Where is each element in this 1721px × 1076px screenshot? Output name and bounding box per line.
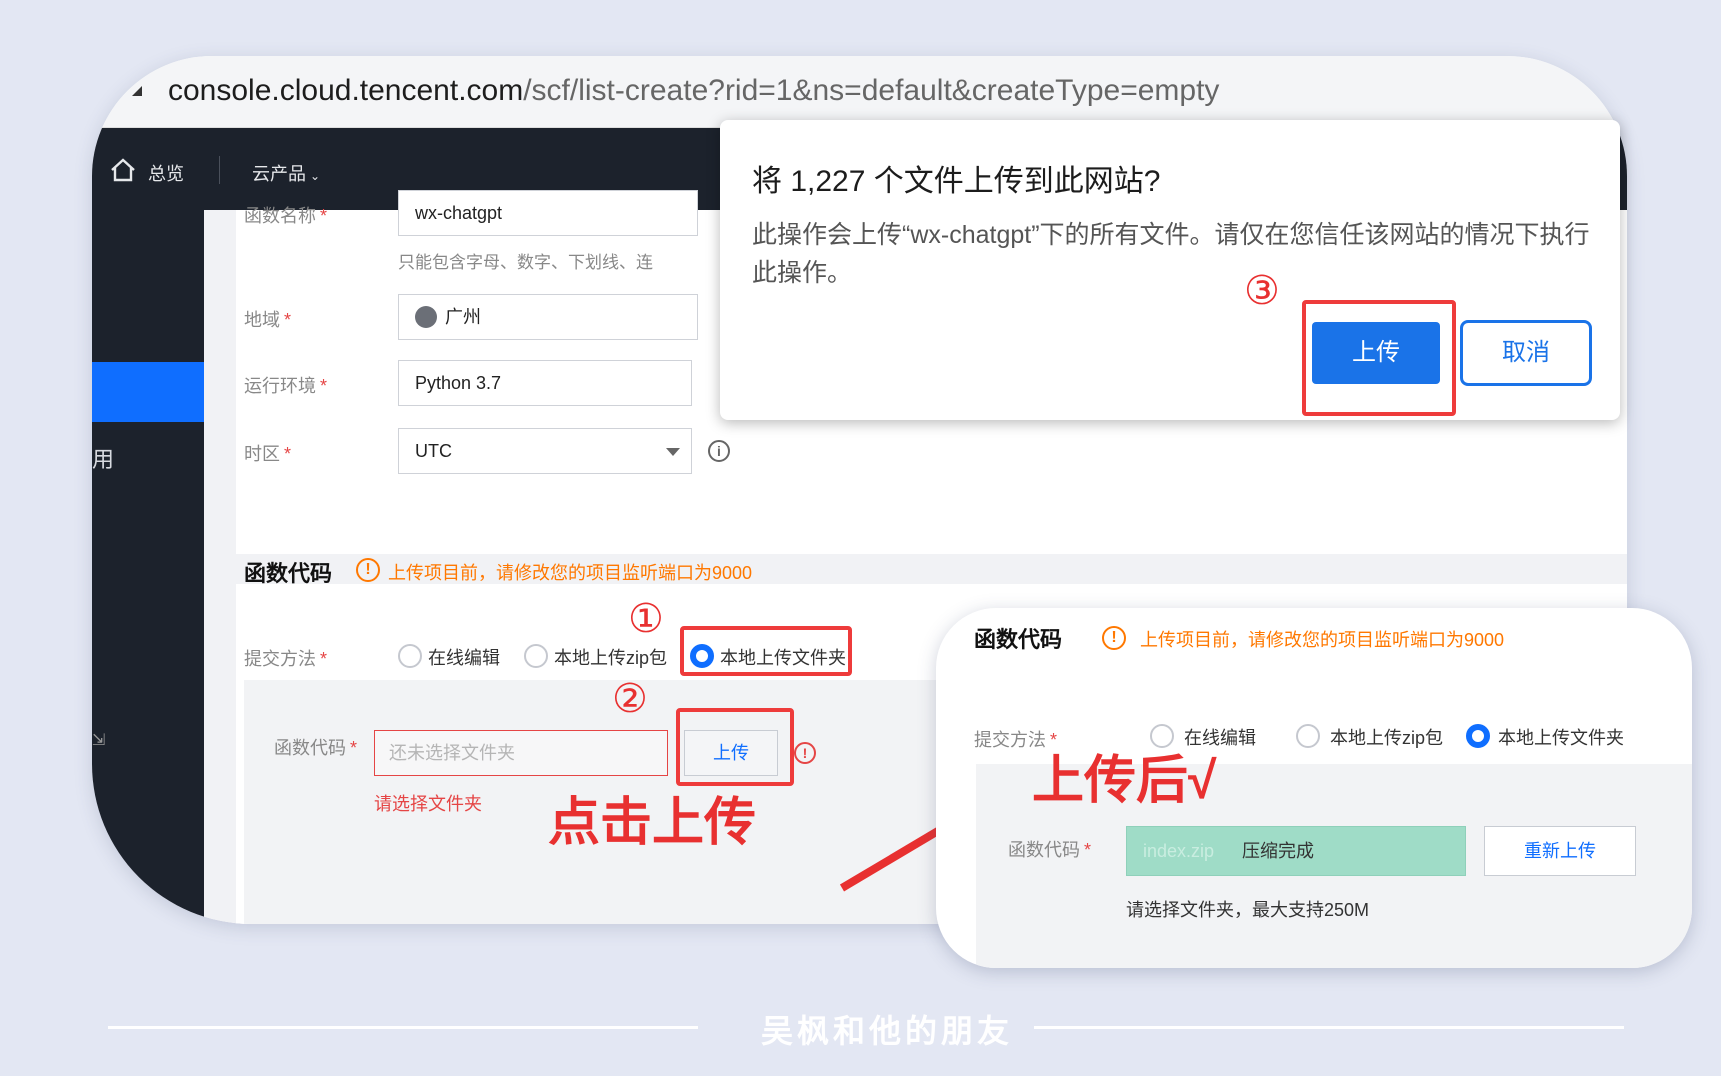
required-mark: * xyxy=(284,444,292,464)
region-value: 广州 xyxy=(445,307,481,327)
footer-line-left xyxy=(108,1026,698,1029)
chevron-down-icon xyxy=(666,448,680,456)
submit-method-label-text: 提交方法 xyxy=(244,649,316,669)
inset-size-hint: 请选择文件夹，最大支持250M xyxy=(1126,900,1370,920)
dialog-body: 此操作会上传“wx-chatgpt”下的所有文件。请仅在您信任该网站的情况下执行… xyxy=(752,221,1590,287)
runtime-label-text: 运行环境 xyxy=(244,376,316,396)
click-upload-annotation: 点击上传 xyxy=(548,794,757,852)
nav-divider xyxy=(219,156,220,184)
sidebar-item-active[interactable] xyxy=(92,362,204,422)
sidebar-item-label[interactable]: 用 xyxy=(92,442,114,474)
browser-address-bar[interactable]: console.cloud.tencent.com/scf/list-creat… xyxy=(92,56,1627,128)
reupload-button[interactable]: 重新上传 xyxy=(1484,826,1636,876)
region-select[interactable]: 广州 xyxy=(398,294,698,340)
radio-zip-upload[interactable] xyxy=(524,644,548,668)
highlight-upload-button xyxy=(676,708,794,786)
submit-method-label: 提交方法 * xyxy=(244,645,327,671)
inset-radio-zip-upload[interactable] xyxy=(1296,724,1320,748)
function-name-input[interactable]: wx-chatgpt xyxy=(398,190,698,236)
required-mark: * xyxy=(1084,840,1092,860)
globe-icon xyxy=(415,306,437,328)
address-bar-icon xyxy=(132,86,142,96)
function-name-label-text: 函数名称 xyxy=(244,206,316,226)
function-name-label: 函数名称 * xyxy=(244,202,327,228)
chevron-down-icon: ⌄ xyxy=(310,169,321,183)
error-icon: ! xyxy=(794,742,816,764)
timezone-label: 时区 * xyxy=(244,440,291,466)
after-upload-annotation: 上传后√ xyxy=(1032,752,1217,810)
nav-cloud-products[interactable]: 云产品 ⌄ xyxy=(252,160,320,186)
step-3-marker: ③ xyxy=(1244,269,1280,313)
required-mark: * xyxy=(284,310,292,330)
nav-products-label: 云产品 xyxy=(252,164,306,184)
url-path: /scf/list-create?rid=1&ns=default&create… xyxy=(523,74,1220,107)
inset-function-code-title: 函数代码 xyxy=(974,627,1063,652)
home-icon[interactable] xyxy=(110,158,136,182)
highlight-dialog-upload xyxy=(1302,300,1456,416)
function-name-hint: 只能包含字母、数字、下划线、连 xyxy=(398,253,653,272)
code-label: 函数代码 * xyxy=(274,734,357,760)
runtime-select[interactable]: Python 3.7 xyxy=(398,360,692,406)
inset-code-label: 函数代码 * xyxy=(1008,836,1091,862)
function-code-title: 函数代码 xyxy=(244,561,333,586)
info-icon[interactable]: i xyxy=(708,440,730,462)
runtime-label: 运行环境 * xyxy=(244,372,327,398)
nav-overview[interactable]: 总览 xyxy=(148,160,184,186)
option-zip-upload[interactable]: 本地上传zip包 xyxy=(554,644,667,670)
warning-icon: ! xyxy=(1102,626,1126,650)
folder-error-text: 请选择文件夹 xyxy=(374,794,482,814)
required-mark: * xyxy=(320,376,328,396)
inset-option-zip-upload[interactable]: 本地上传zip包 xyxy=(1330,724,1443,750)
radio-online-edit[interactable] xyxy=(398,644,422,668)
step-2-marker: ② xyxy=(612,677,648,721)
compress-status: 压缩完成 xyxy=(1242,841,1315,861)
region-label-text: 地域 xyxy=(244,310,280,330)
port-warning: 上传项目前，请修改您的项目监听端口为9000 xyxy=(388,563,753,583)
step-1-marker: ① xyxy=(628,597,664,641)
folder-input[interactable]: 还未选择文件夹 xyxy=(374,730,668,776)
required-mark: * xyxy=(350,738,358,758)
region-label: 地域 * xyxy=(244,306,291,332)
timezone-label-text: 时区 xyxy=(244,444,280,464)
required-mark: * xyxy=(320,206,328,226)
option-online-edit[interactable]: 在线编辑 xyxy=(428,644,500,670)
url-host: console.cloud.tencent.com xyxy=(168,74,524,107)
inset-code-label-text: 函数代码 xyxy=(1008,840,1080,860)
required-mark: * xyxy=(320,649,328,669)
url-text[interactable]: console.cloud.tencent.com/scf/list-creat… xyxy=(168,74,1219,108)
footer-signature: 吴枫和他的朋友 xyxy=(761,1013,1014,1049)
uploaded-file-field: index.zip 压缩完成 xyxy=(1126,826,1466,876)
inset-port-warning: 上传项目前，请修改您的项目监听端口为9000 xyxy=(1140,630,1505,650)
sidebar: 用 ⇲ xyxy=(92,210,204,924)
upload-confirm-dialog: 将 1,227 个文件上传到此网站? 此操作会上传“wx-chatgpt”下的所… xyxy=(720,120,1620,420)
warning-icon: ! xyxy=(356,558,380,582)
dialog-title: 将 1,227 个文件上传到此网站? xyxy=(752,165,1161,198)
uploaded-file-name: index.zip xyxy=(1143,841,1215,861)
timezone-select[interactable]: UTC xyxy=(398,428,692,474)
highlight-folder-option xyxy=(680,626,852,676)
footer-line-right xyxy=(1034,1026,1624,1029)
expand-icon[interactable]: ⇲ xyxy=(92,730,105,750)
code-label-text: 函数代码 xyxy=(274,738,346,758)
dialog-cancel-button[interactable]: 取消 xyxy=(1460,320,1592,386)
after-upload-card: 函数代码 ! 上传项目前，请修改您的项目监听端口为9000 提交方法 * 在线编辑… xyxy=(936,608,1692,968)
inset-option-folder-upload[interactable]: 本地上传文件夹 xyxy=(1498,724,1624,750)
inset-radio-folder-upload[interactable] xyxy=(1466,724,1490,748)
